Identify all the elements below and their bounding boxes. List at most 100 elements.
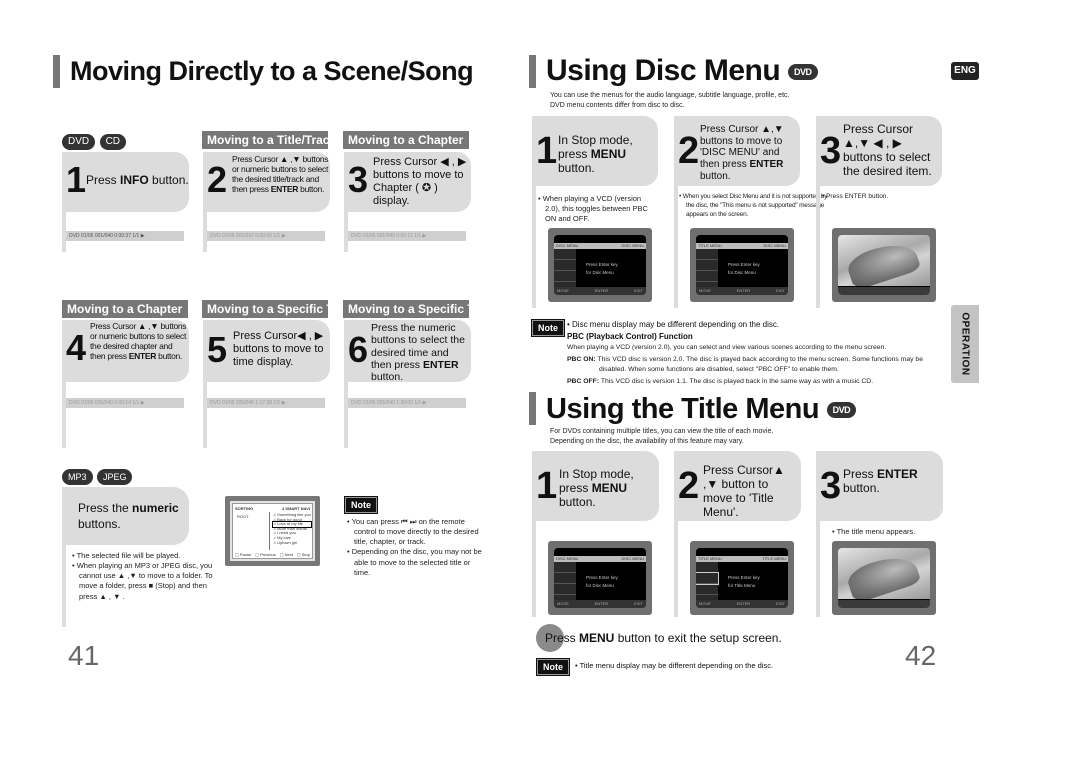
title-accent-bar [529, 392, 536, 425]
sorting-label: SORTING [235, 506, 254, 511]
title-menu-intro: For DVDs containing multiple titles, you… [550, 428, 774, 446]
disc-step-2-bullet: When you select Disc Menu and it is not … [679, 193, 829, 219]
step-text: Press Cursor ▲,▼ buttons to move to 'DIS… [700, 124, 784, 182]
dolphin-image [838, 235, 930, 295]
pbc-title: PBC (Playback Control) Function [567, 332, 693, 341]
step-text: Press INFO button. [86, 173, 189, 187]
step-number: 2 [678, 130, 700, 172]
step-number: 2 [678, 465, 700, 507]
step-5-box: 5 Press Cursor◀ , ▶ buttons to move to t… [203, 320, 330, 382]
pbc-description: When playing a VCD (version 2.0), you ca… [567, 344, 887, 351]
step-number: 3 [348, 159, 369, 200]
step-text: Press Cursor ◀ , ▶ buttons to move to Ch… [373, 156, 467, 207]
step-2-box: 2 Press Cursor ▲ ,▼ buttons or numeric b… [203, 152, 330, 212]
step-number: 3 [820, 465, 842, 507]
title-step-1-box: 1 In Stop mode, press MENU button. [532, 451, 659, 521]
pbc-on: PBC ON: This VCD disc is version 2.0. Th… [567, 356, 923, 373]
disc-step-3-bullet: Press ENTER button. [822, 193, 937, 202]
page-number-right: 42 [905, 640, 937, 671]
step-number: 1 [66, 159, 87, 200]
mp3-screen: SORTING 4 SMART NAVI ROOT ♫ Something li… [225, 496, 320, 566]
disc-menu-screen-1: DISC MENU DISC MENU Press Enter key for Di… [548, 228, 652, 302]
footer-button: ▢ Pause [235, 552, 252, 557]
disc-step-3-box: 3 Press Cursor ▲,▼ ◀ , ▶ buttons to sele… [816, 116, 942, 186]
dvd-badge: DVD [788, 64, 818, 81]
disc-step-1-box: 1 In Stop mode, press MENU button. [532, 116, 658, 186]
operation-tab: OPERATION [951, 305, 979, 383]
title-accent-bar [529, 55, 536, 88]
title-step-3-box: 3 Press ENTER button. [816, 451, 943, 521]
step-text: Press ENTER button. [843, 467, 918, 496]
step-1-box: 1 Press INFO button. [62, 152, 189, 212]
step-text: In Stop mode, press MENU button. [558, 133, 633, 176]
note-bullets-left: You can press ⏮ ⏭ on the remote control … [347, 517, 482, 578]
bullet: You can press ⏮ ⏭ on the remote control … [347, 517, 482, 547]
disc-note-text: • Disc menu display may be different dep… [567, 320, 780, 329]
step-text: Press the numeric buttons to select the … [371, 322, 465, 384]
disc-step-2-box: 2 Press Cursor ▲,▼ buttons to move to 'D… [674, 116, 800, 186]
section-chapter: Moving to a Chapter [343, 131, 469, 149]
status-bar: DVD 01/05 026/040 1:30:00 1/1 ▶ [348, 398, 466, 408]
mp3-footer: ▢ Pause ▢ Previous ▢ Next ▢ Stop [235, 552, 310, 557]
disc-menu-title: Using Disc Menu DVD [546, 54, 818, 88]
step-6-box: 6 Press the numeric buttons to select th… [344, 320, 471, 384]
footer-button: ▢ Stop [296, 552, 310, 557]
dolphin-screen-2 [832, 541, 936, 615]
folder-root: ROOT [237, 514, 249, 519]
note-badge-title: Note [536, 657, 570, 676]
jpeg-badge: JPEG [96, 469, 133, 485]
title-accent-bar [53, 55, 60, 88]
status-bar: DVD 01/05 001/040 0:00:11 1/1 ▶ [348, 231, 466, 241]
section-specific-time: Moving to a Specific Time [202, 300, 354, 318]
bullet: The selected file will be played. [72, 551, 222, 561]
status-bar: DVD 03/05 001/032 0:00:00 1/1 ▶ [207, 231, 325, 241]
title-note-text: • Title menu display may be different de… [575, 661, 774, 670]
step-text: Press the numeric buttons. [78, 501, 179, 531]
step-number: 6 [348, 329, 369, 370]
cd-badge: CD [99, 134, 127, 150]
step-number: 3 [820, 130, 842, 172]
step-number: 1 [536, 130, 558, 172]
mp3-badge: MP3 [62, 469, 93, 485]
language-tab: ENG [951, 62, 979, 80]
status-bar: DVD 01/05 001/040 0:00:37 1/1 ▶ [66, 231, 184, 241]
title-menu-screen-1: DISC MENU DISC MENU Press Enter key for Di… [548, 541, 652, 615]
exit-instruction: Press MENU button to exit the setup scre… [545, 631, 782, 645]
dvd-badge: DVD [62, 134, 96, 150]
note-badge-disc: Note [531, 318, 565, 337]
step-number: 2 [207, 159, 228, 200]
page-number-left: 41 [68, 640, 100, 671]
mp3-bullets: The selected file will be played. When p… [72, 551, 222, 602]
step-number: 1 [536, 465, 558, 507]
mp3-badges: MP3 JPEG [62, 467, 133, 485]
step-text: Press Cursor▲ ,▼ button to move to 'Titl… [703, 463, 785, 520]
step-3-box: 3 Press Cursor ◀ , ▶ buttons to move to … [344, 152, 471, 212]
dolphin-screen-1 [832, 228, 936, 302]
dolphin-image [838, 548, 930, 608]
step-number: 4 [66, 327, 87, 368]
page-title-left: Moving Directly to a Scene/Song [70, 56, 474, 86]
status-bar: DVD 01/05 026/040 0:00:14 1/1 ▶ [66, 398, 184, 408]
track-item: ♫ Uptown girl [273, 539, 298, 545]
mp3-step-box: Press the numeric buttons. [62, 487, 189, 545]
footer-button: ▢ Next [279, 552, 293, 557]
pbc-off: PBC OFF: This VCD disc is version 1.1. T… [567, 378, 874, 385]
status-bar: DVD 01/05 025/040 1:17:38 1/1 ▶ [207, 398, 325, 408]
track-list: ♫ Something like you ♫ Back for good ♫ Lov… [272, 512, 312, 545]
title-menu-screen-2: TITLE MENU TITLE MENU Press Enter key for … [690, 541, 794, 615]
navi-label: 4 SMART NAVI [282, 506, 310, 511]
title-step-3-bullet: The title menu appears. [832, 527, 947, 537]
title-step-2-box: 2 Press Cursor▲ ,▼ button to move to 'Ti… [674, 451, 801, 521]
step-text: Press Cursor◀ , ▶ buttons to move to tim… [233, 330, 324, 368]
disc-badges: DVD CD [62, 131, 127, 150]
dvd-badge: DVD [826, 402, 857, 419]
section-specific-time-2: Moving to a Specific Time [343, 300, 495, 318]
disc-step-1-bullet: When playing a VCD (version 2.0), this t… [538, 194, 653, 224]
disc-menu-intro: You can use the menus for the audio lang… [550, 92, 790, 110]
step-number: 5 [207, 329, 228, 370]
section-title-track: Moving to a Title/Track [202, 131, 336, 149]
bullet: Depending on the disc, you may not be ab… [347, 547, 482, 577]
step-4-box: 4 Press Cursor ▲ ,▼ buttons or numeric b… [62, 320, 189, 382]
step-text: Press Cursor ▲ ,▼ buttons or numeric but… [232, 154, 329, 194]
disc-menu-screen-2: TITLE MENU DISC MENU Press Enter key for D… [690, 228, 794, 302]
